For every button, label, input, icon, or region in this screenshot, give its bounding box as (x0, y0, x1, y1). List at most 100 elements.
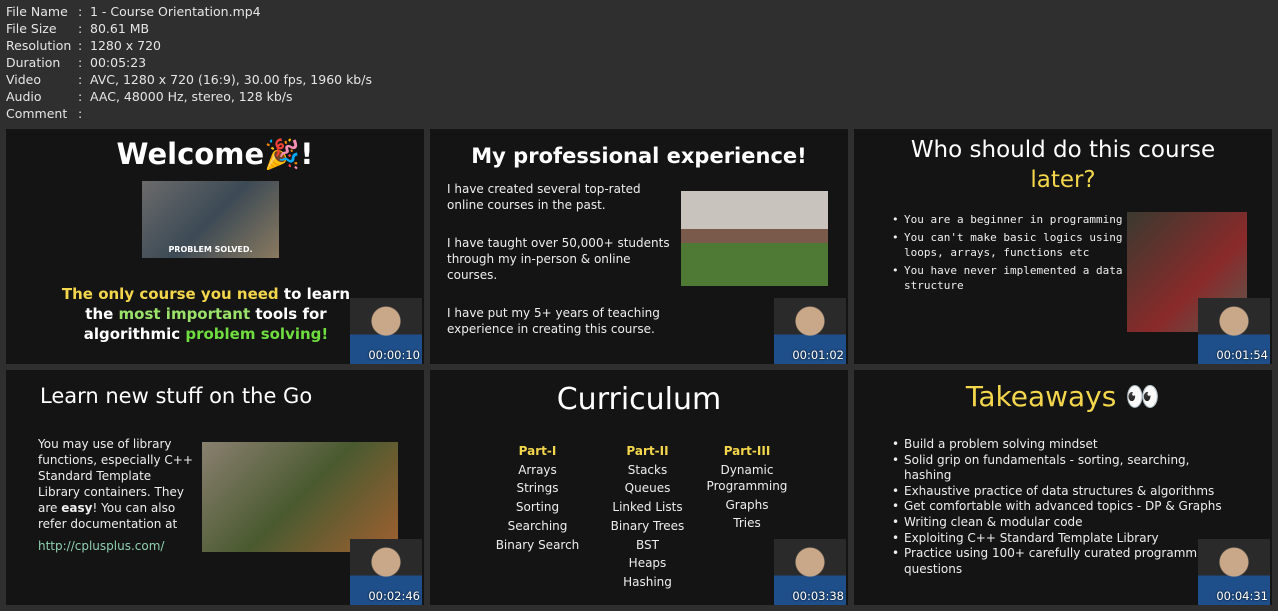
info-separator: : (78, 89, 83, 104)
timestamp: 00:01:02 (792, 348, 844, 362)
curriculum-item: Dynamic Programming (706, 462, 788, 493)
bullet-item: Get comfortable with advanced topics - D… (890, 499, 1230, 515)
info-separator: : (78, 38, 83, 53)
curriculum-item: Strings (516, 481, 559, 496)
paragraph: I have put my 5+ years of teaching exper… (447, 306, 660, 336)
bullet-item: Exploiting C++ Standard Template Library (890, 531, 1230, 547)
column-heading: Part-III (723, 444, 771, 458)
info-row: File Size:80.61 MB (6, 20, 372, 37)
timestamp: 00:02:46 (368, 589, 420, 603)
thumbnail-curriculum[interactable]: Curriculum Part-I Arrays Strings Sorting Sea… (430, 370, 848, 605)
info-separator: : (78, 72, 83, 87)
info-separator: : (78, 106, 83, 121)
tagline-highlight: most important (118, 305, 251, 323)
curriculum-item: Linked Lists (612, 500, 683, 515)
slide-photo: PROBLEM SOLVED. (142, 181, 279, 258)
info-separator: : (78, 4, 83, 19)
thumbnail-who-later[interactable]: Who should do this course later? You are… (854, 129, 1272, 364)
slide-text: I have created several top-rated online … (447, 181, 672, 337)
info-row: File Name:1 - Course Orientation.mp4 (6, 3, 372, 20)
tagline-text: algorithmic (83, 325, 186, 343)
title-line: Who should do this course (910, 137, 1216, 163)
timestamp: 00:04:31 (1216, 589, 1268, 603)
tagline-highlight: The only course you need (61, 285, 279, 303)
thumbnail-experience[interactable]: My professional experience! I have creat… (430, 129, 848, 364)
info-key: Audio (6, 89, 42, 104)
bullet-item: Build a problem solving mindset (890, 437, 1230, 453)
tagline-highlight: problem solving! (185, 325, 329, 343)
info-value: 1 - Course Orientation.mp4 (90, 4, 261, 19)
curriculum-item: Arrays (518, 462, 557, 477)
column-heading: Part-II (626, 444, 669, 458)
info-value: 1280 x 720 (90, 38, 162, 53)
bullet-item: Exhaustive practice of data structures &… (890, 484, 1230, 500)
info-key: Comment (6, 106, 68, 121)
docs-link: http://cplusplus.com/ (38, 539, 165, 553)
info-key: Resolution (6, 38, 72, 53)
curriculum-column: Part-III Dynamic Programming Graphs Tries (700, 442, 794, 533)
curriculum-column: Part-I Arrays Strings Sorting Searching Binar… (485, 442, 590, 554)
info-value: AVC, 1280 x 720 (16:9), 30.00 fps, 1960 … (90, 72, 372, 87)
file-info: File Name:1 - Course Orientation.mp4 File… (6, 3, 372, 122)
curriculum-column: Part-II Stacks Queues Linked Lists Binary Tr… (595, 442, 700, 592)
curriculum-item: Queues (624, 481, 671, 496)
slide-photo (202, 442, 398, 552)
curriculum-item: Searching (507, 518, 568, 533)
timestamp: 00:01:54 (1216, 348, 1268, 362)
slide-title: Curriculum (556, 382, 722, 417)
curriculum-item: Heaps (628, 556, 667, 571)
text-bold: easy (61, 501, 93, 515)
tagline-text: to learn (278, 285, 351, 303)
curriculum-item: Sorting (515, 500, 560, 515)
bullet-item: You can't make basic logics using loops,… (890, 230, 1125, 260)
info-key: File Size (6, 21, 57, 36)
thumbnail-learn-on-go[interactable]: Learn new stuff on the Go You may use of… (6, 370, 424, 605)
slide-title: Takeaways 👀 (965, 380, 1161, 413)
curriculum-item: Tries (733, 516, 761, 531)
info-row: Resolution:1280 x 720 (6, 37, 372, 54)
info-value: AAC, 48000 Hz, stereo, 128 kb/s (90, 89, 293, 104)
bullet-list: You are a beginner in programming You ca… (890, 212, 1125, 293)
bullet-item: Practice using 100+ carefully curated pr… (890, 546, 1230, 577)
slide-title: Who should do this course later? (854, 135, 1272, 195)
title-highlight: later? (1030, 167, 1096, 193)
info-row: Video: AVC, 1280 x 720 (16:9), 30.00 fps,… (6, 71, 372, 88)
bullet-item: Writing clean & modular code (890, 515, 1230, 531)
info-row: Audio: AAC, 48000 Hz, stereo, 128 kb/s (6, 88, 372, 105)
curriculum-item: BST (636, 537, 659, 552)
tagline-text: tools for (250, 305, 327, 323)
paragraph: I have taught over 50,000+ students thro… (447, 236, 670, 282)
info-key: Video (6, 72, 42, 87)
timestamp: 00:00:10 (368, 348, 420, 362)
info-key: Duration (6, 55, 61, 70)
slide-photo (681, 191, 828, 286)
info-value: 00:05:23 (90, 55, 147, 70)
info-separator: : (78, 21, 83, 36)
curriculum-item: Binary Trees (610, 518, 685, 533)
slide-text: You may use of library functions, especi… (38, 436, 196, 554)
info-row: Duration:00:05:23 (6, 54, 372, 71)
thumbnail-welcome[interactable]: Welcome🎉! PROBLEM SOLVED. The only cours… (6, 129, 424, 364)
bullet-item: You are a beginner in programming (890, 212, 1125, 227)
curriculum-item: Binary Search (495, 537, 580, 552)
curriculum-item: Stacks (627, 462, 668, 477)
tagline-text: the (85, 305, 119, 323)
bullet-item: Solid grip on fundamentals - sorting, se… (890, 453, 1230, 484)
info-value: 80.61 MB (90, 21, 150, 36)
thumbnail-takeaways[interactable]: Takeaways 👀 Build a problem solving mind… (854, 370, 1272, 605)
slide-title: Learn new stuff on the Go (40, 384, 313, 408)
column-heading: Part-I (518, 444, 557, 458)
bullet-list: Build a problem solving mindsetSolid gri… (890, 437, 1230, 577)
curriculum-item: Graphs (725, 497, 769, 512)
info-separator: : (78, 55, 83, 70)
info-key: File Name (6, 4, 68, 19)
photo-caption: PROBLEM SOLVED. (168, 245, 253, 254)
slide-title: My professional experience! (471, 144, 807, 168)
curriculum-item: Hashing (623, 574, 672, 589)
paragraph: I have created several top-rated online … (447, 182, 641, 212)
slide-title: Welcome🎉! (116, 137, 314, 171)
slide-tagline: The only course you need to learn the mo… (6, 284, 406, 344)
bullet-item: You have never implemented a data struct… (890, 263, 1125, 293)
info-row: Comment: (6, 105, 372, 122)
timestamp: 00:03:38 (792, 589, 844, 603)
